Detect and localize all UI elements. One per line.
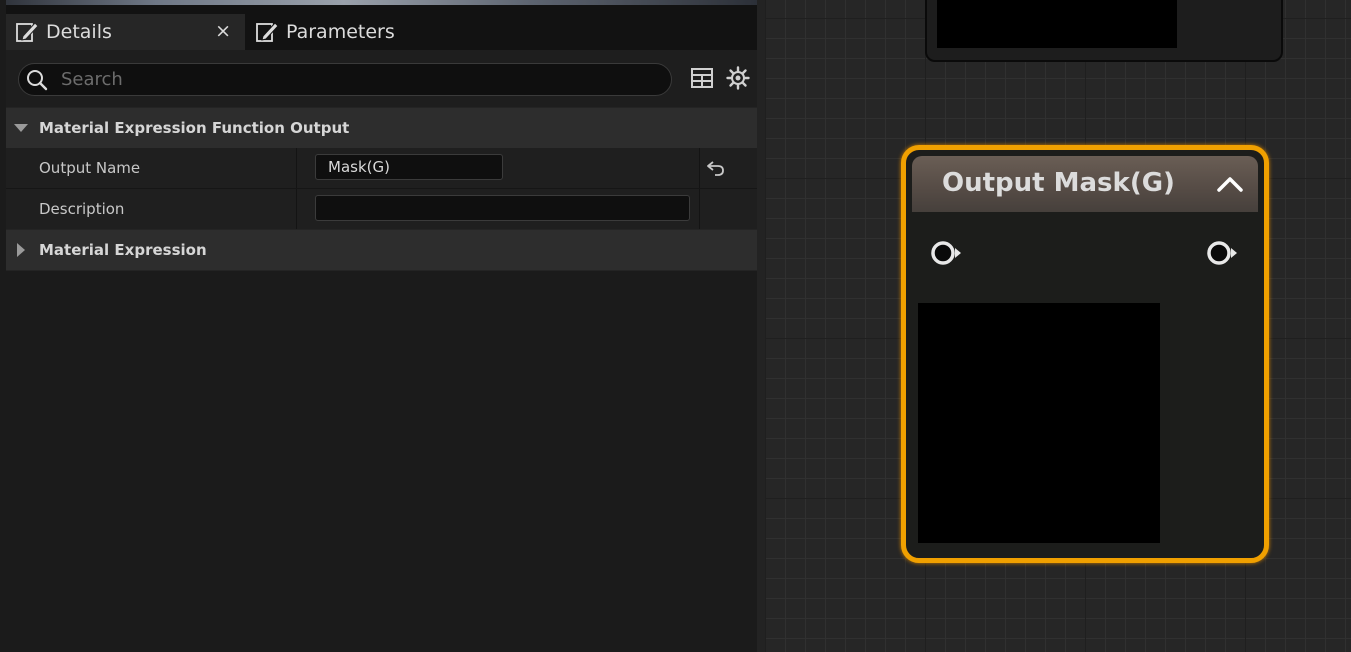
column-divider <box>699 148 700 188</box>
property-row-description: Description <box>6 189 757 230</box>
search-row <box>6 50 757 108</box>
node-preview <box>937 0 1177 48</box>
edit-icon <box>16 22 39 42</box>
search-icon <box>27 69 48 90</box>
property-label: Output Name <box>39 159 141 177</box>
category-label: Material Expression Function Output <box>39 119 350 137</box>
output-mask-node[interactable]: Output Mask(G) <box>901 145 1269 563</box>
expanded-arrow-icon <box>14 124 28 132</box>
tab-bar: Details × Parameters <box>6 5 757 50</box>
node-header[interactable]: Output Mask(G) <box>912 156 1258 212</box>
reset-to-default-icon[interactable] <box>705 158 727 178</box>
property-row-output-name: Output Name <box>6 148 757 189</box>
column-divider <box>296 148 297 188</box>
upstream-node[interactable] <box>925 0 1283 62</box>
input-pin-icon[interactable] <box>928 238 966 268</box>
node-title: Output Mask(G) <box>942 168 1175 198</box>
node-preview <box>918 303 1160 543</box>
tab-details-label: Details <box>46 21 112 43</box>
chevron-up-icon[interactable] <box>1216 174 1244 194</box>
search-input[interactable] <box>59 68 671 91</box>
description-field[interactable] <box>315 195 690 221</box>
output-name-field[interactable] <box>315 154 503 180</box>
panel-splitter[interactable] <box>757 0 765 652</box>
category-material-expression[interactable]: Material Expression <box>6 229 757 271</box>
edit-icon <box>256 22 279 42</box>
collapsed-arrow-icon <box>17 243 25 257</box>
column-divider <box>296 189 297 229</box>
tab-parameters[interactable]: Parameters <box>246 14 526 50</box>
property-label: Description <box>39 200 125 218</box>
column-divider <box>699 189 700 229</box>
material-graph-canvas[interactable]: Output Mask(G) <box>765 0 1351 652</box>
tab-parameters-label: Parameters <box>286 21 395 43</box>
settings-gear-icon[interactable] <box>726 66 750 90</box>
output-pin-icon[interactable] <box>1204 238 1242 268</box>
search-box <box>18 63 672 96</box>
close-icon[interactable]: × <box>215 20 231 42</box>
details-panel: Details × Parameters Search Material Exp… <box>0 0 764 652</box>
category-function-output[interactable]: Material Expression Function Output <box>6 107 757 149</box>
tab-details[interactable]: Details × <box>6 14 245 50</box>
category-label: Material Expression <box>39 241 207 259</box>
table-view-icon[interactable] <box>690 66 714 90</box>
